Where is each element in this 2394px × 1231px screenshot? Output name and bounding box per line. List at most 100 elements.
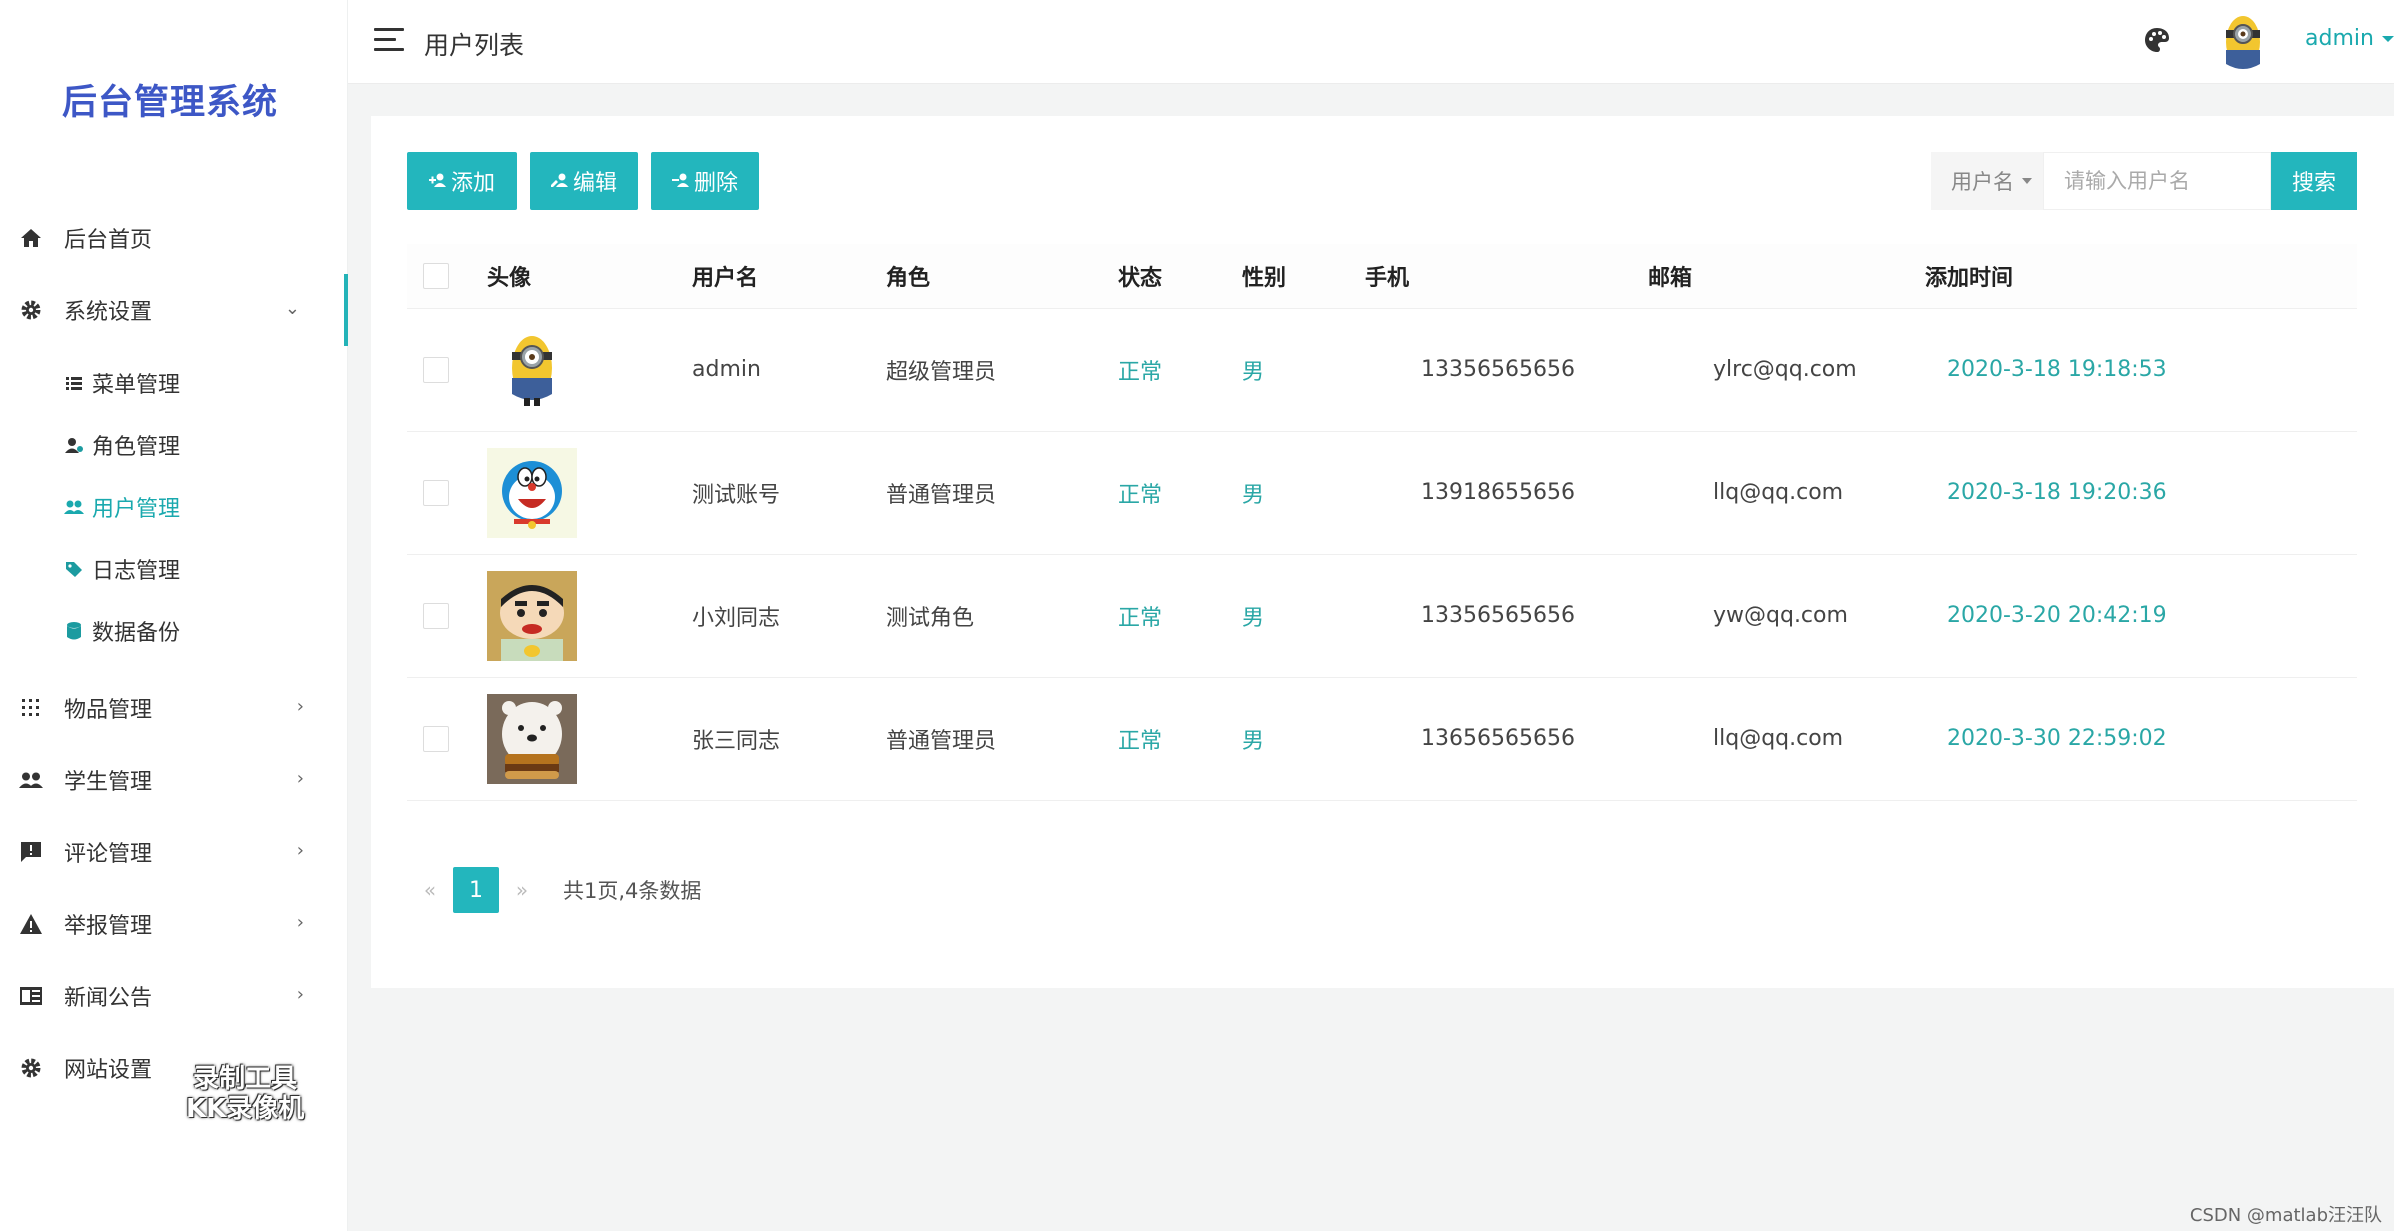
sidebar-item-label: 学生管理 xyxy=(64,770,153,795)
gear-icon xyxy=(18,297,44,323)
remove-user-icon xyxy=(671,172,690,191)
submenu-item-label: 角色管理 xyxy=(92,435,181,460)
username-cell: 测试账号 xyxy=(692,431,886,555)
brand-title[interactable]: 后台管理系统 xyxy=(62,74,278,125)
warning-icon xyxy=(18,911,44,937)
user-table: 头像 用户名 角色 状态 性别 手机 邮箱 添加时间 admin 超级管理员 正… xyxy=(407,244,2357,801)
chevron-right-icon: › xyxy=(296,984,304,1005)
avatar-cell xyxy=(487,308,692,432)
submenu-item-role[interactable]: 角色管理 xyxy=(0,414,348,476)
sidebar-item-comments[interactable]: 评论管理 › xyxy=(0,816,348,888)
row-checkbox[interactable] xyxy=(423,725,449,752)
edit-button[interactable]: 编辑 xyxy=(530,152,638,210)
search-button[interactable]: 搜索 xyxy=(2271,152,2357,210)
recorder-watermark: 录制工具 KK录像机 xyxy=(186,1064,304,1124)
submenu-item-user[interactable]: 用户管理 xyxy=(0,476,348,538)
menu-toggle-icon[interactable] xyxy=(374,28,404,52)
row-checkbox[interactable] xyxy=(423,602,449,629)
sidebar-item-home[interactable]: 后台首页 xyxy=(0,202,348,274)
column-header: 性别 xyxy=(1242,244,1365,309)
add-button-label: 添加 xyxy=(450,171,495,196)
sidebar-item-reports[interactable]: 举报管理 › xyxy=(0,888,348,960)
pagination: « 1 » 共1页,4条数据 xyxy=(407,866,701,914)
submenu-item-menu[interactable]: 菜单管理 xyxy=(0,352,348,414)
add-user-icon xyxy=(428,172,447,191)
status-cell: 正常 xyxy=(1118,431,1242,555)
role-cell: 超级管理员 xyxy=(886,308,1118,432)
comment-icon xyxy=(18,839,44,865)
sidebar-item-label: 网站设置 xyxy=(64,1058,153,1083)
chevron-right-icon: › xyxy=(296,696,304,717)
search-input[interactable] xyxy=(2043,152,2271,210)
table-row[interactable]: 测试账号 普通管理员 正常 男 13918655656 llq@qq.com 2… xyxy=(407,431,2357,555)
palette-icon[interactable] xyxy=(2143,26,2171,54)
prev-page-button[interactable]: « xyxy=(407,878,453,902)
search-field-label: 用户名 xyxy=(1951,170,2014,194)
csdn-credit: CSDN @matlab汪汪队 xyxy=(2189,1205,2382,1226)
delete-button-label: 删除 xyxy=(693,171,738,196)
role-cell: 测试角色 xyxy=(886,554,1118,678)
row-checkbox[interactable] xyxy=(423,356,449,383)
gender-cell: 男 xyxy=(1242,431,1365,555)
row-select-cell xyxy=(407,431,487,555)
select-all-cell xyxy=(407,244,487,309)
table-row[interactable]: 张三同志 普通管理员 正常 男 13656565656 llq@qq.com 2… xyxy=(407,677,2357,801)
phone-cell: 13356565656 xyxy=(1365,554,1648,678)
sidebar-item-news[interactable]: 新闻公告 › xyxy=(0,960,348,1032)
status-cell: 正常 xyxy=(1118,308,1242,432)
user-role-icon xyxy=(64,435,84,455)
row-checkbox[interactable] xyxy=(423,479,449,506)
column-header: 角色 xyxy=(886,244,1118,309)
next-page-button[interactable]: » xyxy=(499,878,545,902)
role-cell: 普通管理员 xyxy=(886,677,1118,801)
grid-icon xyxy=(18,695,44,721)
chevron-right-icon: › xyxy=(296,840,304,861)
search-field-select[interactable]: 用户名 xyxy=(1931,152,2043,210)
page-button-current[interactable]: 1 xyxy=(453,867,499,913)
username-cell: 张三同志 xyxy=(692,677,886,801)
home-icon xyxy=(18,225,44,251)
status-cell: 正常 xyxy=(1118,677,1242,801)
role-cell: 普通管理员 xyxy=(886,431,1118,555)
submenu-item-log[interactable]: 日志管理 xyxy=(0,538,348,600)
system-settings-submenu: 菜单管理 角色管理 用户管理 日志管理 数据备份 xyxy=(0,346,348,672)
sidebar-item-label: 举报管理 xyxy=(64,914,153,939)
username-cell: 小刘同志 xyxy=(692,554,886,678)
created-cell: 2020-3-20 20:42:19 xyxy=(1925,554,2357,678)
user-avatar[interactable] xyxy=(2218,12,2268,72)
column-header: 头像 xyxy=(487,244,692,309)
table-row[interactable]: 小刘同志 测试角色 正常 男 13356565656 yw@qq.com 202… xyxy=(407,554,2357,678)
submenu-item-label: 菜单管理 xyxy=(92,373,181,398)
submenu-item-label: 日志管理 xyxy=(92,559,181,584)
chevron-right-icon: › xyxy=(296,912,304,933)
email-cell: ylrc@qq.com xyxy=(1648,308,1925,432)
edit-button-label: 编辑 xyxy=(572,171,617,196)
users-icon xyxy=(18,767,44,793)
sidebar-item-system-settings[interactable]: 系统设置 ⌄ xyxy=(0,274,348,346)
created-cell: 2020-3-18 19:20:36 xyxy=(1925,431,2357,555)
gear-icon xyxy=(18,1055,44,1081)
column-header: 手机 xyxy=(1365,244,1648,309)
avatar-cell xyxy=(487,677,692,801)
phone-cell: 13356565656 xyxy=(1365,308,1648,432)
sidebar: 后台管理系统 后台首页 系统设置 ⌄ 菜单管理 角色管理 用户管理 日志管理 数… xyxy=(0,0,348,1231)
table-row[interactable]: admin 超级管理员 正常 男 13356565656 ylrc@qq.com… xyxy=(407,308,2357,432)
select-all-checkbox[interactable] xyxy=(423,262,449,289)
edit-user-icon xyxy=(550,172,569,191)
sidebar-item-students[interactable]: 学生管理 › xyxy=(0,744,348,816)
chevron-right-icon: › xyxy=(296,768,304,789)
username-label: admin xyxy=(2305,26,2374,51)
row-select-cell xyxy=(407,677,487,801)
sidebar-item-goods[interactable]: 物品管理 › xyxy=(0,672,348,744)
list-icon xyxy=(64,373,84,393)
avatar-minion xyxy=(487,325,577,415)
submenu-item-backup[interactable]: 数据备份 xyxy=(0,600,348,662)
avatar-doraemon xyxy=(487,447,577,538)
watermark-line: KK录像机 xyxy=(186,1094,305,1124)
user-menu[interactable]: admin xyxy=(2305,26,2394,51)
submenu-item-label: 用户管理 xyxy=(92,497,181,522)
delete-button[interactable]: 删除 xyxy=(651,152,759,210)
add-button[interactable]: 添加 xyxy=(407,152,517,210)
column-header: 用户名 xyxy=(692,244,886,309)
avatar-cell xyxy=(487,554,692,678)
